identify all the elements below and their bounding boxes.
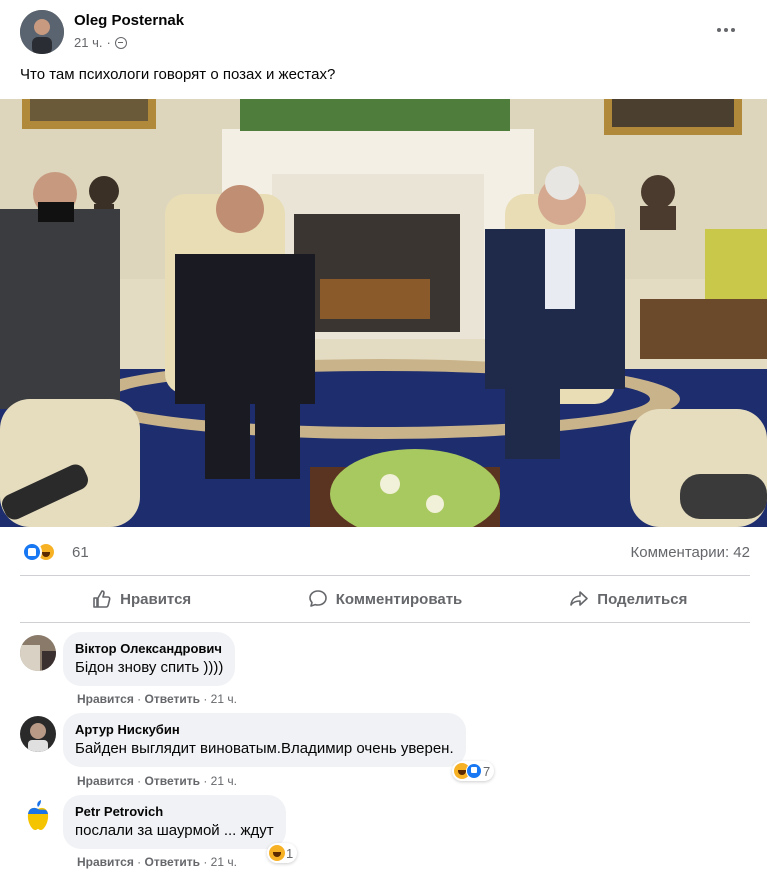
separator: ·	[203, 692, 208, 706]
commenter-avatar[interactable]	[20, 798, 56, 834]
comment-time[interactable]: 21 ч.	[211, 855, 237, 869]
comment-time[interactable]: 21 ч.	[211, 774, 237, 788]
comment-reaction-count: 1	[286, 845, 294, 861]
separator: ·	[137, 692, 142, 706]
commenter-avatar[interactable]	[20, 716, 56, 752]
comment-text: Байден выглядит виноватым.Владимир очень…	[75, 740, 454, 757]
commenter-name[interactable]: Petr Petrovich	[75, 803, 274, 820]
comment-button-label: Комментировать	[335, 590, 463, 608]
comment-item: Petr Petrovich послали за шаурмой ... жд…	[20, 795, 750, 871]
dot-icon	[731, 28, 735, 32]
author-avatar[interactable]	[20, 10, 64, 54]
share-button-label: Поделиться	[597, 590, 688, 608]
comment-reaction-count: 7	[483, 763, 491, 779]
like-button[interactable]: Нравится	[20, 576, 263, 622]
globe-icon	[114, 36, 127, 49]
commenter-avatar[interactable]	[20, 635, 56, 671]
comment-actions: Нравится · Ответить · 21 ч.	[77, 692, 237, 706]
comment-like-link[interactable]: Нравится	[77, 774, 134, 788]
separator: ·	[203, 774, 208, 788]
comment-bubble: Віктор Олександрович Бідон знову спить )…	[63, 632, 236, 686]
post-author[interactable]: Oleg Posternak	[74, 12, 184, 29]
comment-item: Артур Нискубин Байден выглядит виноватым…	[20, 713, 750, 789]
comment-reactions[interactable]: 1	[267, 843, 298, 863]
post-stats: 61 Комментарии: 42	[22, 540, 750, 564]
comment-text: Бідон знову спить ))))	[75, 659, 224, 676]
share-icon	[570, 591, 589, 606]
thumbs-up-icon	[93, 590, 111, 608]
comment-time[interactable]: 21 ч.	[211, 692, 237, 706]
like-button-label: Нравится	[120, 590, 192, 608]
comment-text: послали за шаурмой ... ждут	[75, 822, 274, 839]
comment-actions: Нравится · Ответить · 21 ч.	[77, 774, 237, 788]
comment-bubble: Petr Petrovich послали за шаурмой ... жд…	[63, 795, 286, 849]
post-header: Oleg Posternak 21 ч. ·	[20, 10, 750, 56]
commenter-name[interactable]: Віктор Олександрович	[75, 640, 223, 657]
more-options-button[interactable]	[714, 18, 738, 42]
dot-icon	[717, 28, 721, 32]
comment-bubble: Артур Нискубин Байден выглядит виноватым…	[63, 713, 466, 767]
commenter-name[interactable]: Артур Нискубин	[75, 721, 454, 738]
comment-like-link[interactable]: Нравится	[77, 692, 134, 706]
comment-reactions[interactable]: 7	[452, 761, 495, 781]
post-photo[interactable]	[0, 99, 767, 527]
separator: ·	[137, 774, 142, 788]
comment-reply-link[interactable]: Ответить	[145, 774, 200, 788]
dot-icon	[724, 28, 728, 32]
separator: ·	[106, 35, 111, 50]
haha-reaction-icon	[269, 845, 285, 861]
comment-like-link[interactable]: Нравится	[77, 855, 134, 869]
share-button[interactable]: Поделиться	[507, 576, 750, 622]
comment-icon	[308, 590, 327, 607]
like-reaction-icon	[22, 542, 42, 562]
comment-button[interactable]: Комментировать	[263, 576, 506, 622]
like-reaction-icon	[466, 763, 482, 779]
reaction-icons[interactable]	[22, 542, 62, 562]
post-meta: 21 ч. ·	[74, 35, 127, 50]
comment-actions: Нравится · Ответить · 21 ч.	[77, 855, 237, 869]
post-actions: Нравится Комментировать Поделиться	[20, 575, 750, 623]
separator: ·	[137, 855, 142, 869]
comment-reply-link[interactable]: Ответить	[145, 855, 200, 869]
post-time[interactable]: 21 ч.	[74, 35, 102, 50]
post-text: Что там психологи говорят о позах и жест…	[20, 66, 336, 83]
comment-count[interactable]: Комментарии: 42	[631, 544, 751, 561]
comment-item: Віктор Олександрович Бідон знову спить )…	[20, 632, 750, 708]
reaction-count[interactable]: 61	[72, 544, 89, 561]
separator: ·	[203, 855, 208, 869]
comment-reply-link[interactable]: Ответить	[145, 692, 200, 706]
